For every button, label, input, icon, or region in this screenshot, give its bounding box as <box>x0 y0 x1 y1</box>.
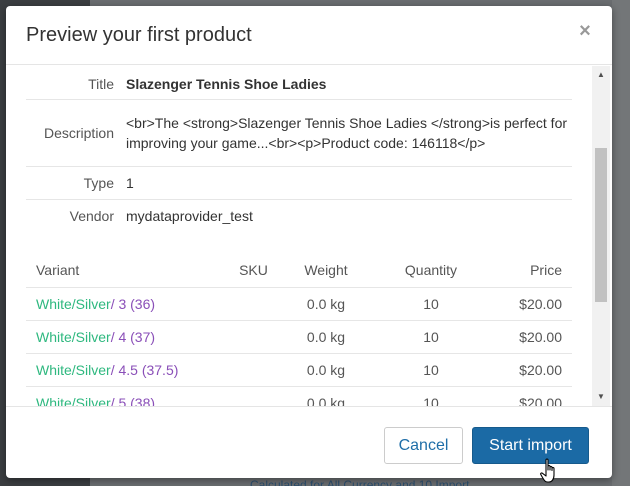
detail-value-type: 1 <box>126 166 572 200</box>
quantity-cell: 10 <box>371 320 491 354</box>
weight-cell: 0.0 kg <box>281 320 371 354</box>
variant-color: White/Silver <box>36 394 111 407</box>
variant-color: White/Silver <box>36 328 111 345</box>
detail-value-description: <br>The <strong>Slazenger Tennis Shoe La… <box>126 99 572 167</box>
table-row: White/Silver/ 5 (38) 0.0 kg 10 $20.00 <box>26 386 572 406</box>
detail-row-type: Type 1 <box>26 166 572 200</box>
modal-body[interactable]: Title Slazenger Tennis Shoe Ladies Descr… <box>6 66 612 406</box>
weight-cell: 0.0 kg <box>281 353 371 387</box>
variant-cell: White/Silver/ 4 (37) <box>26 320 226 354</box>
cancel-button[interactable]: Cancel <box>384 427 463 464</box>
background-footer-text: Calculated for All Currency and 10 Impor… <box>250 478 470 486</box>
variant-size: 4 (37) <box>118 328 156 345</box>
variant-size: 4.5 (37.5) <box>118 361 179 378</box>
variant-cell: White/Silver/ 3 (36) <box>26 287 226 321</box>
close-icon[interactable]: × <box>576 20 594 42</box>
product-details-table: Title Slazenger Tennis Shoe Ladies Descr… <box>26 66 572 232</box>
modal-body-scrollbar[interactable]: ▲ ▼ <box>592 66 610 406</box>
scroll-up-arrow-icon[interactable]: ▲ <box>592 70 610 80</box>
detail-label: Title <box>26 66 126 100</box>
scrollbar-thumb[interactable] <box>595 148 607 302</box>
variant-size: 5 (38) <box>118 394 156 407</box>
quantity-cell: 10 <box>371 353 491 387</box>
column-header-price: Price <box>491 254 572 288</box>
variant-cell: White/Silver/ 4.5 (37.5) <box>26 353 226 387</box>
variant-size: 3 (36) <box>118 295 156 312</box>
modal-title: Preview your first product <box>26 24 252 46</box>
weight-cell: 0.0 kg <box>281 287 371 321</box>
detail-row-description: Description <br>The <strong>Slazenger Te… <box>26 99 572 167</box>
detail-label: Description <box>26 99 126 167</box>
variants-header-row: Variant SKU Weight Quantity Price <box>26 254 572 288</box>
sku-cell <box>226 353 281 387</box>
price-cell: $20.00 <box>491 287 572 321</box>
column-header-quantity: Quantity <box>371 254 491 288</box>
column-header-weight: Weight <box>281 254 371 288</box>
detail-row-title: Title Slazenger Tennis Shoe Ladies <box>26 66 572 100</box>
weight-cell: 0.0 kg <box>281 386 371 406</box>
table-row: White/Silver/ 4 (37) 0.0 kg 10 $20.00 <box>26 320 572 354</box>
column-header-variant: Variant <box>26 254 226 288</box>
detail-value-title: Slazenger Tennis Shoe Ladies <box>126 66 572 100</box>
modal-header: Preview your first product × <box>6 6 612 65</box>
table-row: White/Silver/ 3 (36) 0.0 kg 10 $20.00 <box>26 287 572 321</box>
price-cell: $20.00 <box>491 320 572 354</box>
detail-label: Type <box>26 166 126 200</box>
price-cell: $20.00 <box>491 386 572 406</box>
variants-table: Variant SKU Weight Quantity Price White/… <box>26 254 572 406</box>
quantity-cell: 10 <box>371 287 491 321</box>
variant-cell: White/Silver/ 5 (38) <box>26 386 226 406</box>
modal-footer: Cancel Start import <box>6 406 612 478</box>
quantity-cell: 10 <box>371 386 491 406</box>
variant-color: White/Silver <box>36 295 111 312</box>
sku-cell <box>226 386 281 406</box>
table-row: White/Silver/ 4.5 (37.5) 0.0 kg 10 $20.0… <box>26 353 572 387</box>
start-import-button[interactable]: Start import <box>472 427 589 464</box>
background-page-edge <box>612 0 630 486</box>
price-cell: $20.00 <box>491 353 572 387</box>
column-header-sku: SKU <box>226 254 281 288</box>
detail-value-vendor: mydataprovider_test <box>126 207 253 224</box>
hand-pointer-icon <box>540 458 555 483</box>
sku-cell <box>226 287 281 321</box>
scroll-down-arrow-icon[interactable]: ▼ <box>592 392 610 402</box>
variant-color: White/Silver <box>36 361 111 378</box>
preview-modal: Preview your first product × Title Slaze… <box>6 6 612 478</box>
detail-row-vendor: Vendor mydataprovider_test <box>26 199 572 232</box>
sku-cell <box>226 320 281 354</box>
detail-label: Vendor <box>69 207 114 224</box>
